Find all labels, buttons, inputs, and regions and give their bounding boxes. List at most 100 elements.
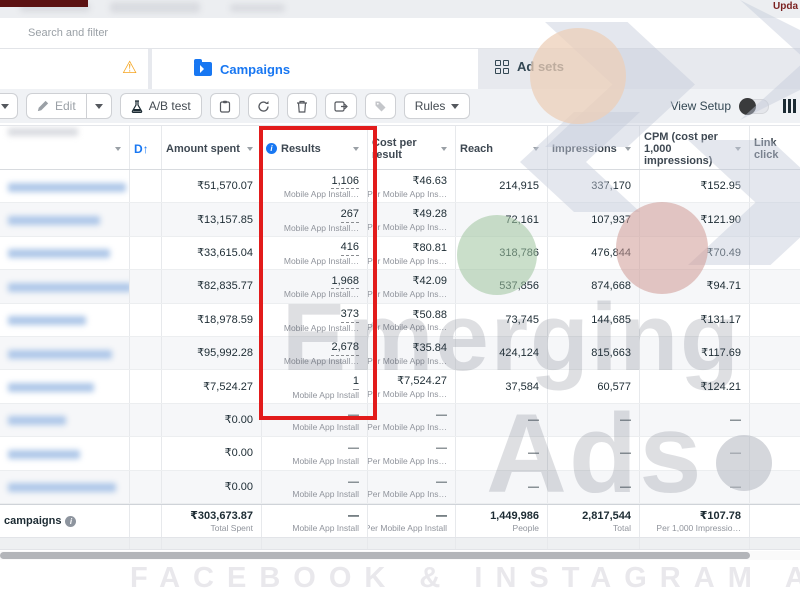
- warning-icon: ⚠: [122, 58, 138, 77]
- table-row[interactable]: ₹33,615.04 416 Mobile App Install… ₹80.81…: [0, 236, 800, 271]
- results-cell: 416 Mobile App Install…: [262, 236, 368, 270]
- cost-per-result-cell: ₹50.88 Per Mobile App Ins…: [368, 303, 456, 336]
- ab-test-button[interactable]: A/B test: [119, 93, 202, 119]
- redacted-campaign-name: [8, 449, 80, 459]
- impressions-cell: —: [548, 470, 640, 503]
- cost-per-result-cell: ₹49.28 Per Mobile App Ins…: [368, 203, 456, 236]
- results-value-link[interactable]: 1,968: [331, 275, 359, 290]
- amount-spent-cell: ₹13,157.85: [162, 203, 262, 236]
- ads-manager-screen: Upda Search and filter ⚠ Campaigns Ad se…: [0, 0, 800, 600]
- table-body: ₹51,570.07 1,106 Mobile App Install… ₹46.…: [0, 170, 800, 504]
- table-row[interactable]: ₹0.00 — Mobile App Install — Per Mobile Ap…: [0, 403, 800, 438]
- redacted-campaign-name: [8, 349, 112, 359]
- redacted-campaign-name: [8, 249, 110, 259]
- toolbar: Edit A/B test Rules View Setup: [0, 89, 800, 123]
- info-icon: i: [266, 143, 277, 154]
- results-value-link[interactable]: 1,106: [331, 175, 359, 190]
- impressions-cell: —: [548, 403, 640, 437]
- amount-spent-cell: ₹0.00: [162, 437, 262, 470]
- results-value-link[interactable]: 2,678: [331, 341, 359, 357]
- redacted-campaign-name: [8, 383, 94, 393]
- table-row[interactable]: ₹18,978.59 373 Mobile App Install… ₹50.88…: [0, 303, 800, 337]
- results-value-link[interactable]: 267: [340, 208, 359, 223]
- results-cell: — Mobile App Install: [262, 437, 368, 470]
- cpm-cell: —: [640, 437, 750, 470]
- cpm-cell: —: [640, 403, 750, 437]
- results-value-link[interactable]: 416: [340, 241, 359, 257]
- tab-adsets[interactable]: Ad sets: [495, 59, 564, 74]
- link-clicks-cell: [750, 203, 800, 235]
- impressions-cell: 107,937: [548, 203, 640, 236]
- edit-dropdown-button[interactable]: [86, 93, 112, 119]
- results-value-link[interactable]: —: [348, 476, 359, 490]
- more-dropdown-button[interactable]: [0, 93, 18, 119]
- updated-status: Upda: [773, 1, 798, 12]
- impressions-cell: 337,170: [548, 170, 640, 203]
- rules-button[interactable]: Rules: [403, 93, 471, 119]
- cpm-cell: ₹117.69: [640, 336, 750, 370]
- cost-per-result-cell: — Per Mobile App Ins…: [368, 403, 456, 437]
- impressions-cell: 60,577: [548, 370, 640, 403]
- header-results[interactable]: i Results: [262, 126, 368, 169]
- cost-per-result-cell: ₹35.84 Per Mobile App Ins…: [368, 336, 456, 370]
- duplicate-button[interactable]: [209, 93, 240, 119]
- table-row[interactable]: ₹95,992.28 2,678 Mobile App Install… ₹35.…: [0, 336, 800, 371]
- search-bar[interactable]: Search and filter: [0, 18, 800, 49]
- scrollbar-thumb[interactable]: [0, 552, 750, 559]
- view-setup-label: View Setup: [670, 99, 732, 113]
- results-cell: 373 Mobile App Install…: [262, 303, 368, 336]
- table-row[interactable]: ₹0.00 — Mobile App Install — Per Mobile Ap…: [0, 470, 800, 504]
- link-clicks-cell: [750, 471, 800, 503]
- view-setup-toggle[interactable]: [739, 97, 769, 115]
- cost-per-result-cell: ₹46.63 Per Mobile App Ins…: [368, 170, 456, 203]
- reach-cell: 37,584: [456, 370, 548, 403]
- header-delivery-sort[interactable]: D↑: [130, 126, 162, 169]
- campaigns-tab-label: Campaigns: [220, 61, 291, 77]
- columns-icon[interactable]: [783, 99, 796, 113]
- impressions-cell: 144,685: [548, 303, 640, 336]
- tag-button[interactable]: [364, 93, 396, 119]
- header-impressions[interactable]: Impressions: [548, 126, 640, 169]
- cost-per-result-cell: ₹42.09 Per Mobile App Ins…: [368, 270, 456, 303]
- table-row[interactable]: ₹82,835.77 1,968 Mobile App Install… ₹42.…: [0, 270, 800, 304]
- table-row[interactable]: ₹0.00 — Mobile App Install — Per Mobile Ap…: [0, 437, 800, 471]
- tab-campaigns[interactable]: Campaigns: [152, 49, 478, 89]
- table-row[interactable]: ₹13,157.85 267 Mobile App Install… ₹49.28…: [0, 203, 800, 237]
- table-row[interactable]: ₹51,570.07 1,106 Mobile App Install… ₹46.…: [0, 170, 800, 204]
- totals-row: campaigns i ₹303,673.87 Total Spent — Mobil…: [0, 503, 800, 538]
- results-cell: 2,678 Mobile App Install…: [262, 336, 368, 370]
- link-clicks-cell: [750, 370, 800, 402]
- amount-spent-cell: ₹0.00: [162, 470, 262, 503]
- results-value-link[interactable]: 373: [340, 308, 359, 323]
- header-cost-per-result[interactable]: Cost per result: [368, 126, 456, 169]
- reach-cell: —: [456, 403, 548, 437]
- results-value-link[interactable]: 1: [352, 375, 359, 390]
- reach-cell: 318,786: [456, 236, 548, 270]
- browser-top-strip: Upda: [0, 0, 800, 18]
- edit-button[interactable]: Edit: [26, 93, 87, 119]
- link-clicks-cell: [750, 404, 800, 436]
- results-cell: — Mobile App Install: [262, 470, 368, 503]
- table-row[interactable]: ₹7,524.27 1 Mobile App Install ₹7,524.27 P…: [0, 370, 800, 404]
- export-button[interactable]: [324, 93, 357, 119]
- redacted-campaign-name: [8, 282, 129, 292]
- trash-icon: [296, 100, 307, 113]
- results-value-link[interactable]: —: [348, 442, 359, 456]
- delete-button[interactable]: [286, 93, 317, 119]
- redacted-campaign-name: [8, 483, 116, 493]
- reach-cell: —: [456, 470, 548, 503]
- header-link-clicks[interactable]: Link click: [750, 126, 800, 169]
- amount-spent-cell: ₹95,992.28: [162, 336, 262, 370]
- link-clicks-cell: [750, 437, 800, 469]
- amount-spent-cell: ₹51,570.07: [162, 170, 262, 203]
- header-reach[interactable]: Reach: [456, 126, 548, 169]
- results-value-link[interactable]: —: [348, 409, 359, 423]
- results-cell: 1 Mobile App Install: [262, 370, 368, 403]
- refresh-button[interactable]: [247, 93, 279, 119]
- reach-cell: 214,915: [456, 170, 548, 203]
- header-cpm[interactable]: CPM (cost per 1,000 impressions): [640, 126, 750, 169]
- impressions-cell: 815,663: [548, 336, 640, 370]
- horizontal-scrollbar[interactable]: [0, 551, 800, 560]
- header-name[interactable]: [0, 126, 130, 169]
- header-amount-spent[interactable]: Amount spent: [162, 126, 262, 169]
